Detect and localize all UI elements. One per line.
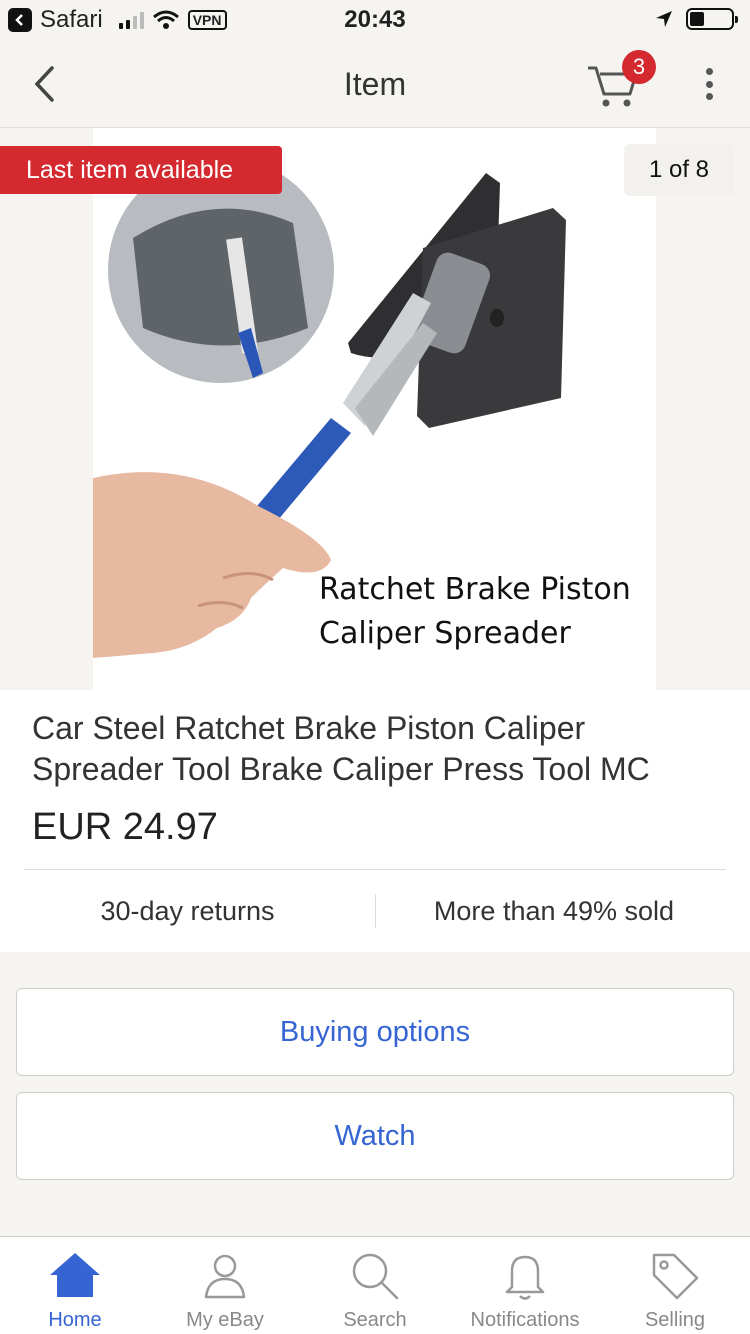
tab-label: My eBay [186, 1309, 264, 1331]
home-icon [50, 1253, 100, 1297]
listing-title: Car Steel Ratchet Brake Piston Caliper S… [32, 710, 650, 787]
watch-button[interactable]: Watch [16, 1092, 734, 1180]
divider [24, 869, 726, 870]
sold-info: More than 49% sold [433, 896, 675, 926]
tab-notifications[interactable]: Notifications [450, 1237, 600, 1334]
chevron-left-icon [34, 66, 54, 102]
image-gallery[interactable]: Ratchet Brake Piston Caliper Spreader La… [0, 128, 750, 690]
listing-price: EUR 24.97 [32, 806, 218, 848]
image-counter: 1 of 8 [624, 144, 734, 196]
more-options-button[interactable] [694, 64, 724, 104]
tab-label: Notifications [470, 1309, 580, 1331]
tag-icon [652, 1253, 699, 1300]
image-caption-line-2: Caliper Spreader [319, 616, 571, 651]
status-bar: Safari VPN 20:43 [0, 0, 750, 40]
dot-icon [705, 68, 713, 75]
tab-bar: Home My eBay Search Notifications Sellin… [0, 1236, 750, 1334]
buying-options-button[interactable]: Buying options [16, 988, 734, 1076]
returns-info: 30-day returns [100, 896, 275, 926]
product-image[interactable]: Ratchet Brake Piston Caliper Spreader [93, 128, 656, 690]
tab-selling[interactable]: Selling [600, 1237, 750, 1334]
person-icon [204, 1254, 246, 1299]
dot-icon [705, 93, 713, 100]
image-caption: Ratchet Brake Piston Caliper Spreader [319, 568, 631, 656]
location-arrow-icon [656, 11, 672, 27]
bell-icon [505, 1255, 545, 1300]
back-button[interactable] [24, 62, 64, 106]
tab-my-ebay[interactable]: My eBay [150, 1237, 300, 1334]
listing-info: Car Steel Ratchet Brake Piston Caliper S… [0, 690, 750, 952]
nav-bar: Item 3 [0, 40, 750, 128]
cart-count-badge: 3 [622, 50, 656, 84]
tab-label: Home [48, 1309, 102, 1331]
battery-icon [686, 8, 738, 30]
last-item-badge: Last item available [0, 146, 282, 194]
status-time: 20:43 [344, 6, 406, 33]
search-icon [352, 1253, 399, 1300]
dot-icon [705, 80, 713, 88]
status-right [654, 8, 738, 30]
image-caption-line-1: Ratchet Brake Piston [319, 572, 631, 607]
tab-search[interactable]: Search [300, 1237, 450, 1334]
tab-home[interactable]: Home [0, 1237, 150, 1334]
tab-label: Selling [644, 1309, 706, 1331]
tab-label: Search [343, 1309, 407, 1331]
